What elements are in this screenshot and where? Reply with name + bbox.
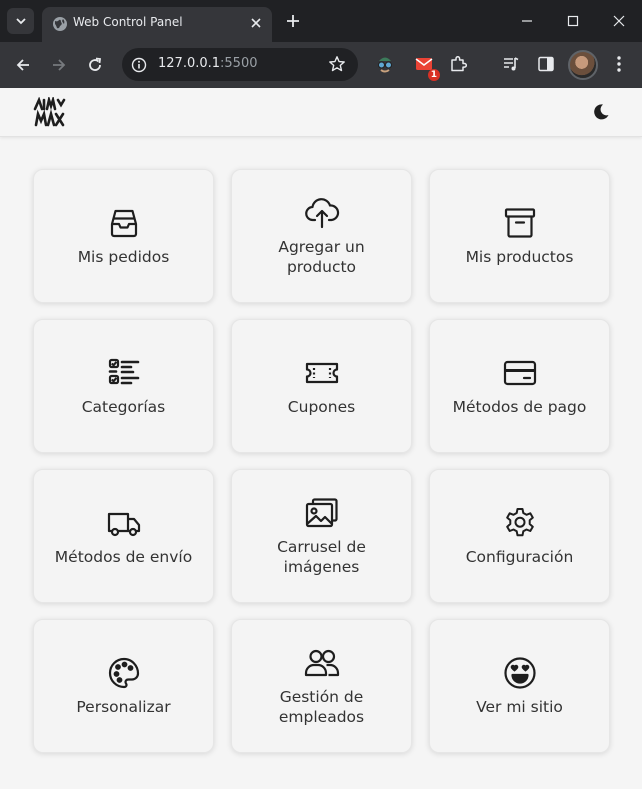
extensions-button[interactable]	[447, 53, 469, 75]
minimize-button[interactable]	[504, 0, 550, 42]
arrow-left-icon	[16, 59, 29, 71]
card-label: Cupones	[287, 398, 356, 416]
card-label: Mis pedidos	[77, 248, 170, 266]
card-personalizar[interactable]: Personalizar	[33, 619, 214, 753]
site-info-icon[interactable]	[131, 57, 147, 73]
arrow-right-icon	[53, 59, 66, 71]
minimize-icon	[522, 20, 532, 22]
bookmark-star-icon[interactable]	[328, 55, 346, 73]
card-label: Mis productos	[465, 248, 574, 266]
card-agregar-producto[interactable]: Agregar un producto	[231, 169, 412, 303]
new-tab-button[interactable]	[283, 11, 303, 31]
browser-titlebar: Web Control Panel	[0, 0, 642, 42]
card-label: Métodos de envío	[54, 548, 193, 566]
close-icon	[613, 15, 625, 27]
ticket-icon	[304, 355, 340, 391]
url-port: :5500	[220, 56, 258, 71]
media-controls-button[interactable]	[500, 53, 522, 75]
side-panel-icon	[538, 56, 554, 72]
page-header	[0, 88, 642, 137]
theme-toggle-button[interactable]	[590, 101, 612, 123]
card-metodos-pago[interactable]: Métodos de pago	[429, 319, 610, 453]
card-ver-mi-sitio[interactable]: Ver mi sitio	[429, 619, 610, 753]
maximize-button[interactable]	[550, 0, 596, 42]
card-mis-productos[interactable]: Mis productos	[429, 169, 610, 303]
close-icon	[251, 18, 261, 28]
url-text: 127.0.0.1:5500	[158, 56, 258, 71]
browser-menu-button[interactable]	[608, 53, 630, 75]
browser-toolbar: 127.0.0.1:5500 1	[0, 42, 642, 88]
card-label: Agregar un producto	[278, 238, 365, 276]
card-metodos-envio[interactable]: Métodos de envío	[33, 469, 214, 603]
more-vertical-icon	[617, 56, 621, 72]
card-categorias[interactable]: Categorías	[33, 319, 214, 453]
card-label: Métodos de pago	[452, 398, 587, 416]
card-label: Carrusel de imágenes	[277, 538, 366, 576]
card-label: Configuración	[465, 548, 574, 566]
card-cupones[interactable]: Cupones	[231, 319, 412, 453]
dashboard-grid: Mis pedidos Agregar un producto Mis prod…	[33, 169, 610, 753]
moon-icon	[594, 104, 609, 120]
browser-tab[interactable]: Web Control Panel	[42, 7, 272, 42]
spy-glasses-icon	[378, 57, 392, 73]
window-close-button[interactable]	[596, 0, 642, 42]
profile-avatar[interactable]	[568, 50, 598, 80]
gear-icon	[502, 505, 538, 541]
card-gestion-empleados[interactable]: Gestión de empleados	[231, 619, 412, 753]
card-mis-pedidos[interactable]: Mis pedidos	[33, 169, 214, 303]
credit-card-icon	[502, 355, 538, 391]
globe-icon	[53, 17, 67, 31]
archive-box-icon	[502, 205, 538, 241]
back-button[interactable]	[11, 53, 35, 77]
mail-badge: 1	[427, 69, 440, 81]
tab-title: Web Control Panel	[73, 15, 183, 29]
address-bar[interactable]: 127.0.0.1:5500	[122, 48, 358, 81]
reload-button[interactable]	[83, 53, 107, 77]
forward-button[interactable]	[47, 53, 71, 77]
url-host: 127.0.0.1	[158, 56, 221, 71]
spy-extension-button[interactable]	[374, 53, 396, 75]
card-carrusel-imagenes[interactable]: Carrusel de imágenes	[231, 469, 412, 603]
brand-logo-icon[interactable]	[32, 97, 66, 129]
inbox-tray-icon	[106, 205, 142, 241]
reload-icon	[89, 57, 102, 71]
card-configuracion[interactable]: Configuración	[429, 469, 610, 603]
card-label: Ver mi sitio	[476, 698, 563, 716]
chevron-down-icon	[15, 18, 26, 25]
card-label: Gestión de empleados	[278, 688, 365, 726]
queue-music-icon	[504, 57, 519, 71]
truck-icon	[106, 505, 142, 541]
palette-icon	[106, 655, 142, 691]
checklist-icon	[106, 355, 142, 391]
photos-icon	[304, 495, 340, 531]
mail-extension-button[interactable]: 1	[413, 53, 440, 81]
smiley-heart-eyes-icon	[502, 655, 538, 691]
users-icon	[304, 645, 340, 681]
plus-icon	[287, 15, 299, 27]
cloud-upload-icon	[304, 195, 340, 231]
side-panel-button[interactable]	[535, 53, 557, 75]
card-label: Personalizar	[76, 698, 171, 716]
maximize-icon	[567, 15, 579, 27]
puzzle-icon	[451, 55, 467, 72]
tab-search-button[interactable]	[7, 8, 34, 34]
tab-close-button[interactable]	[248, 15, 264, 31]
card-label: Categorías	[81, 398, 166, 416]
